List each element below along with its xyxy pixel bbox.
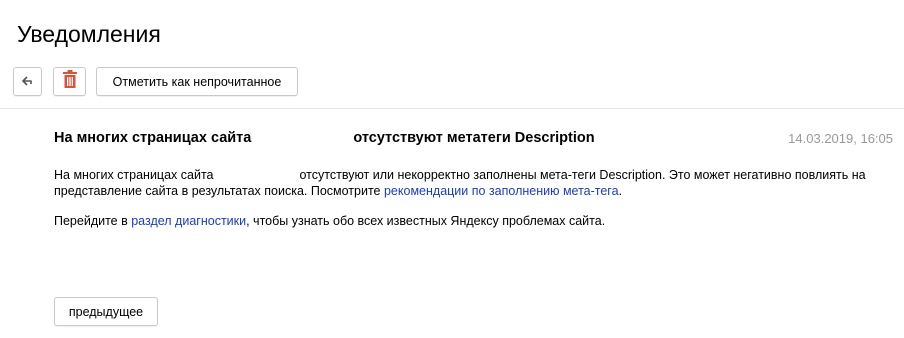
subject-text-1: На многих страницах сайта — [54, 130, 252, 146]
meta-tag-recommendations-link[interactable]: рекомендации по заполнению мета-тега — [384, 184, 619, 198]
delete-button[interactable] — [53, 67, 86, 96]
body1-text-1: На многих страницах сайта — [54, 168, 214, 182]
message-body: На многих страницах сайта отсутствуют или… — [54, 167, 899, 229]
divider — [0, 108, 904, 109]
body2-text-2: , чтобы узнать обо всех известных Яндекс… — [246, 214, 606, 228]
previous-button[interactable]: предыдущее — [54, 297, 158, 326]
body-paragraph-2: Перейдите в раздел диагностики, чтобы уз… — [54, 213, 899, 229]
body-paragraph-1: На многих страницах сайта отсутствуют или… — [54, 167, 899, 199]
subject-text-2: отсутствуют метатеги Description — [353, 130, 595, 146]
body1-end: . — [618, 184, 623, 198]
diagnostics-section-link[interactable]: раздел диагностики — [131, 214, 246, 228]
body2-text-1: Перейдите в — [54, 214, 128, 228]
message-subject: На многих страницах сайта отсутствуют мет… — [54, 130, 595, 146]
message-date: 14.03.2019, 16:05 — [788, 131, 893, 146]
trash-icon — [62, 70, 78, 93]
page-title: Уведомления — [17, 21, 161, 47]
back-button[interactable] — [13, 67, 42, 96]
mark-unread-button[interactable]: Отметить как непрочитанное — [96, 67, 298, 96]
reply-arrow-icon — [21, 73, 34, 91]
